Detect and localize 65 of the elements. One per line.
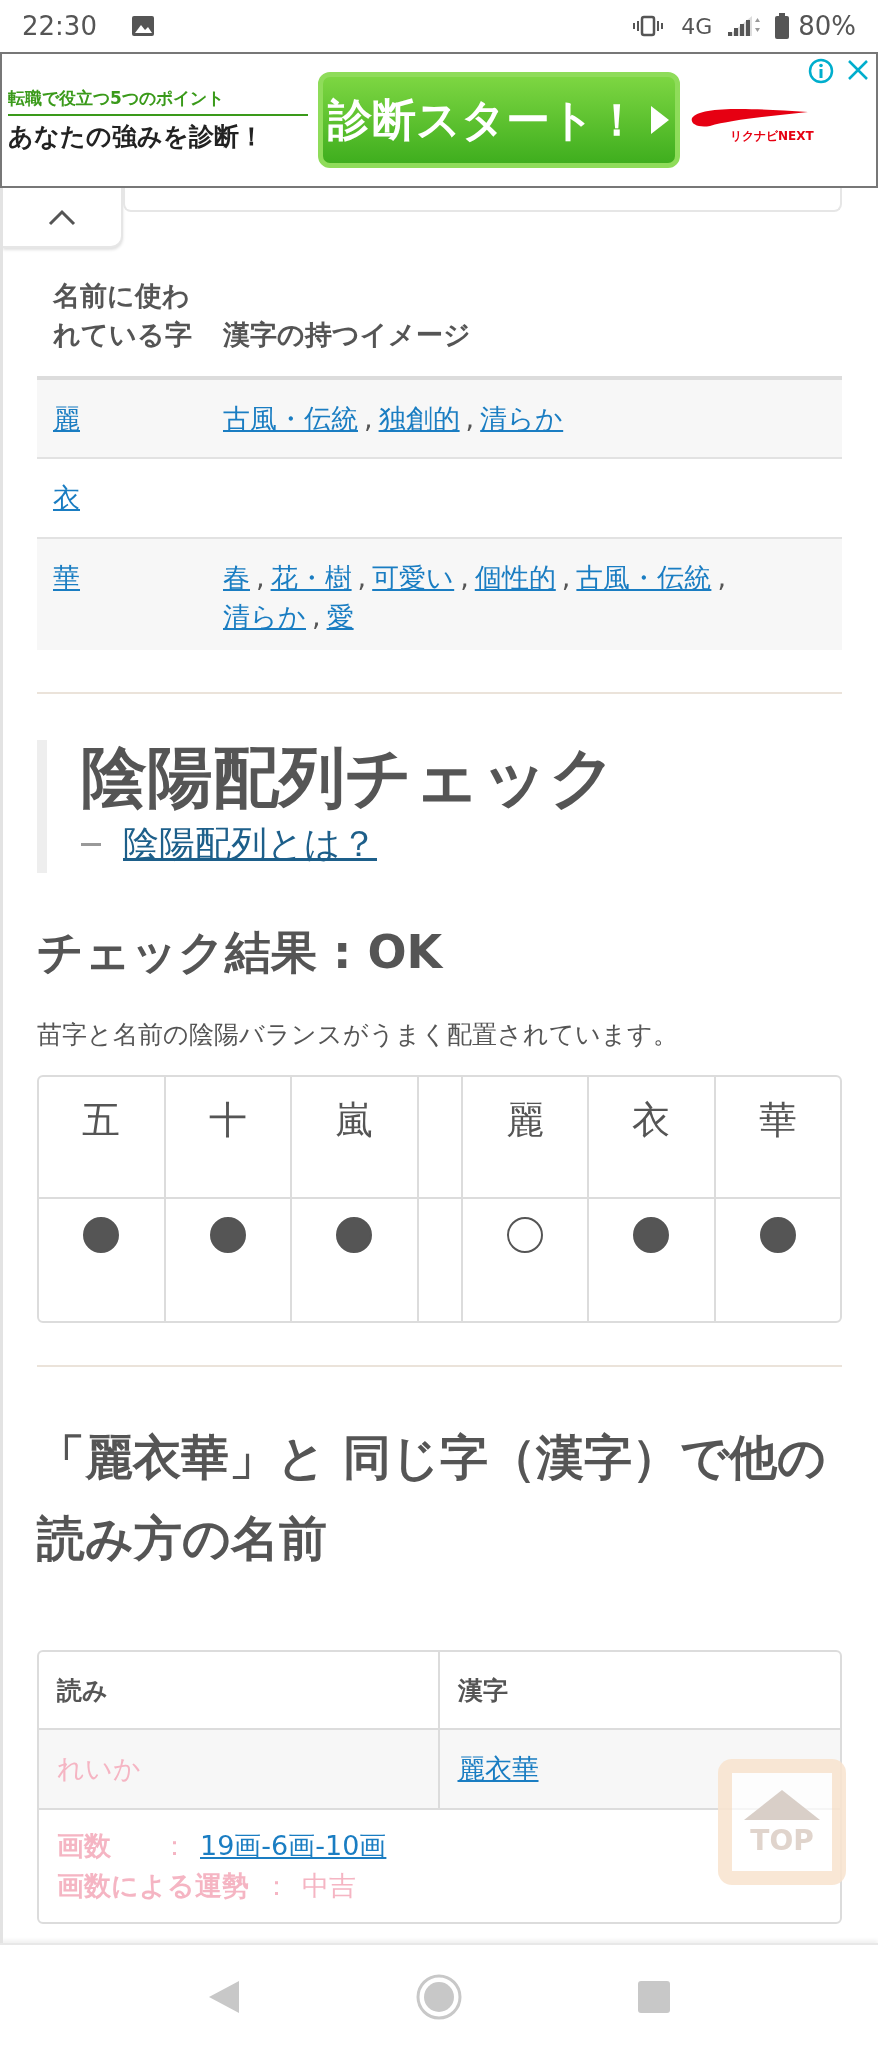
column-header: 漢字 bbox=[456, 1674, 509, 1707]
separator: , bbox=[465, 403, 475, 435]
reading-text: れいか bbox=[57, 1752, 141, 1787]
triangle-up-icon bbox=[742, 1787, 822, 1822]
separator: , bbox=[312, 600, 321, 632]
column-header: 名前に使われている字 bbox=[52, 279, 193, 353]
logo-text: リクナビNEXT bbox=[730, 127, 814, 145]
vibrate-icon bbox=[633, 15, 664, 37]
column-header: 読み bbox=[39, 1652, 440, 1729]
separator: ： bbox=[161, 1829, 188, 1864]
section-title: 「麗衣華」と 同じ字（漢字）で他の読み方の名前 bbox=[37, 1427, 827, 1568]
detail-label: 画数による運勢 bbox=[57, 1869, 249, 1904]
help-link[interactable]: 陰陽配列とは？ bbox=[123, 819, 377, 869]
result-message: 苗字と名前の陰陽バランスがうまく配置されています。 bbox=[37, 1018, 679, 1051]
kanji-cell: 衣 bbox=[589, 1076, 714, 1199]
kanji-cell: 華 bbox=[715, 1076, 840, 1199]
home-icon[interactable] bbox=[415, 1972, 463, 2021]
tag-link[interactable]: 春 bbox=[223, 561, 250, 593]
separator: , bbox=[561, 561, 571, 593]
signal-icon bbox=[726, 14, 761, 38]
kanji-link[interactable]: 衣 bbox=[53, 482, 80, 514]
separator: , bbox=[256, 561, 265, 593]
kanji-cell: 十 bbox=[165, 1076, 290, 1199]
detail-link[interactable]: 19画-6画-10画 bbox=[200, 1828, 387, 1865]
image-icon bbox=[130, 15, 155, 37]
kanji-link[interactable]: 華 bbox=[53, 561, 80, 593]
separator: , bbox=[717, 561, 726, 593]
result-title: チェック結果 : OK bbox=[37, 924, 444, 980]
column-header: 漢字の持つイメージ bbox=[223, 318, 472, 353]
network-label: 4G bbox=[681, 13, 713, 39]
tag-link[interactable]: 愛 bbox=[326, 600, 354, 632]
close-icon[interactable] bbox=[846, 58, 870, 82]
kanji-cell: 嵐 bbox=[292, 1076, 417, 1199]
kanji-link[interactable]: 麗 bbox=[53, 403, 80, 435]
back-icon[interactable] bbox=[207, 1978, 241, 2015]
tag-link[interactable]: 清らか bbox=[223, 600, 306, 632]
tag-link[interactable]: 古風・伝統 bbox=[576, 561, 712, 593]
tag-link[interactable]: 花・樹 bbox=[270, 561, 352, 593]
detail-value: 中吉 bbox=[302, 1869, 356, 1904]
section-title: 陰陽配列チェック bbox=[81, 739, 618, 816]
clock: 22:30 bbox=[22, 11, 97, 41]
detail-label: 画数 bbox=[57, 1829, 112, 1864]
start-button[interactable]: 診断スタート！ bbox=[318, 72, 680, 168]
tag-link[interactable]: 独創的 bbox=[378, 403, 460, 435]
separator: ： bbox=[263, 1869, 290, 1904]
info-icon[interactable] bbox=[808, 58, 834, 84]
collapse-tab[interactable] bbox=[3, 188, 123, 248]
battery-level: 80% bbox=[798, 11, 856, 41]
separator: , bbox=[460, 561, 469, 593]
ad-text: 転職で役立つ5つのポイント bbox=[8, 87, 225, 110]
recents-icon[interactable] bbox=[637, 1979, 671, 2014]
kanji-cell: 五 bbox=[39, 1076, 164, 1199]
separator: , bbox=[364, 403, 373, 435]
ad-text: あなたの強みを診断！ bbox=[8, 121, 265, 153]
name-link[interactable]: 麗衣華 bbox=[457, 1751, 539, 1788]
tag-link[interactable]: 個性的 bbox=[474, 561, 556, 593]
tag-link[interactable]: 古風・伝統 bbox=[223, 403, 358, 435]
ad-banner[interactable]: 転職で役立つ5つのポイント あなたの強みを診断！ 診断スタート！ リクナビNEXT bbox=[0, 52, 878, 188]
play-icon bbox=[648, 104, 671, 136]
separator: , bbox=[357, 561, 367, 593]
kanji-cell: 麗 bbox=[462, 1076, 587, 1199]
chevron-up-icon bbox=[47, 208, 77, 226]
battery-icon bbox=[774, 13, 791, 39]
tag-link[interactable]: 可愛い bbox=[372, 561, 455, 593]
tag-link[interactable]: 清らか bbox=[480, 403, 564, 435]
